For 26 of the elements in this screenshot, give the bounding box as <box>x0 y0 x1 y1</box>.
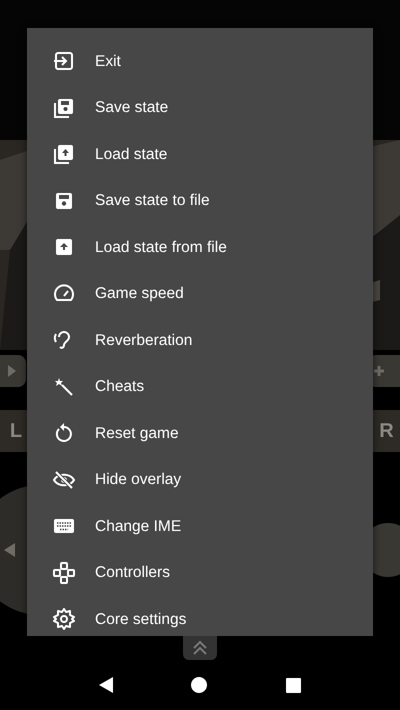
menu-item[interactable]: Load state from file <box>27 224 373 270</box>
upload-icon <box>53 143 75 166</box>
menu-item[interactable]: Save state <box>27 84 373 131</box>
menu-item[interactable]: Hide overlay <box>27 456 373 503</box>
save-icon <box>53 96 75 119</box>
home-button[interactable] <box>191 677 208 693</box>
menu-item[interactable]: Cheats <box>27 364 373 410</box>
recents-button[interactable] <box>286 678 301 692</box>
magic-wand-icon <box>53 376 75 398</box>
back-button[interactable] <box>99 677 114 693</box>
menu-item[interactable]: Load state <box>27 131 373 178</box>
exit-icon <box>53 50 75 72</box>
double-chevron-icon <box>191 639 209 657</box>
r-shoulder-button[interactable]: R <box>373 410 400 452</box>
menu-item[interactable]: Change IME <box>27 503 373 550</box>
menu-item[interactable]: Core settings <box>27 596 373 642</box>
reset-icon <box>53 422 75 444</box>
menu-item[interactable]: Reverberation <box>27 317 373 364</box>
expand-handle[interactable] <box>183 636 217 660</box>
settings-icon <box>53 608 75 630</box>
menu-item[interactable]: Save state to file <box>27 178 373 224</box>
menu-item[interactable]: Controllers <box>27 550 373 596</box>
menu-item[interactable]: Exit <box>27 38 373 84</box>
eye-off-icon <box>53 468 75 491</box>
gamepad-icon <box>53 562 75 584</box>
menu-item[interactable]: Game speed <box>27 270 373 317</box>
